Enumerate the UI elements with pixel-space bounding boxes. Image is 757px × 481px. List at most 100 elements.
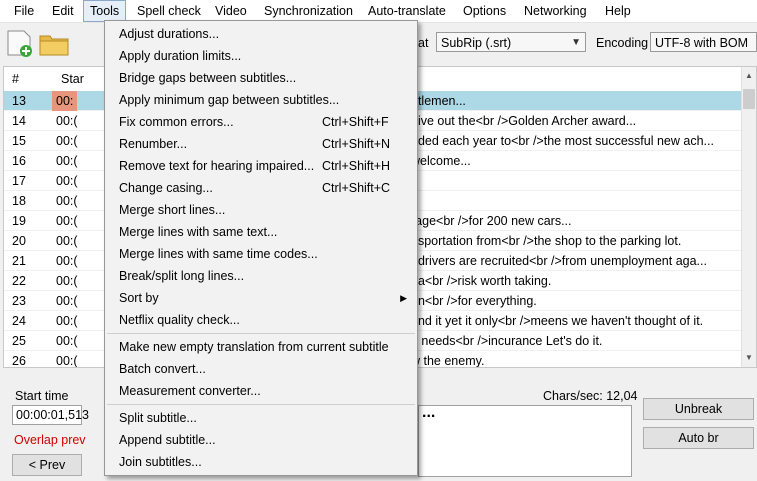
menu-item-adjust-durations[interactable]: Adjust durations...	[105, 23, 417, 45]
menu-auto-translate[interactable]: Auto-translate	[362, 0, 452, 22]
row-text: give out the<br />Golden Archer award...	[411, 114, 637, 128]
scroll-up-icon[interactable]: ▲	[745, 71, 753, 80]
row-number: 24	[12, 314, 26, 328]
row-start-time: 00:(	[56, 134, 78, 148]
menu-item-break-split-long-lines[interactable]: Break/split long lines...	[105, 265, 417, 287]
menu-item-apply-duration-limits[interactable]: Apply duration limits...	[105, 45, 417, 67]
open-folder-icon[interactable]	[38, 27, 70, 59]
row-text: ntlemen...	[411, 94, 466, 108]
chevron-down-icon: ▼	[571, 37, 581, 48]
menu-item-label: Renumber...	[119, 137, 188, 151]
menu-spell-check[interactable]: Spell check	[131, 0, 207, 22]
overlap-warning: Overlap prev	[14, 433, 86, 447]
menu-help[interactable]: Help	[599, 0, 637, 22]
chars-per-sec: Chars/sec: 12,04	[543, 389, 638, 403]
row-text: t a<br />risk worth taking.	[411, 274, 552, 288]
menu-item-change-casing[interactable]: Change casing... Ctrl+Shift+C	[105, 177, 417, 199]
row-start-time: 00:(	[56, 174, 78, 188]
menu-item-merge-same-text[interactable]: Merge lines with same text...	[105, 221, 417, 243]
unbreak-button[interactable]: Unbreak	[643, 398, 754, 420]
menu-item-shortcut: Ctrl+Shift+F	[322, 115, 389, 129]
menu-item-label: Apply duration limits...	[119, 49, 242, 63]
row-text: w the enemy.	[411, 354, 485, 368]
format-value: SubRip (.srt)	[441, 36, 512, 50]
menu-item-label: Netflix quality check...	[119, 313, 240, 327]
menu-item-label: Batch convert...	[119, 362, 206, 376]
prev-button[interactable]: < Prev	[12, 454, 82, 476]
menu-item-label: Make new empty translation from current …	[119, 340, 389, 354]
menu-tools[interactable]: Tools	[83, 0, 127, 22]
scroll-thumb[interactable]	[743, 89, 755, 109]
menu-item-netflix-quality-check[interactable]: Netflix quality check...	[105, 309, 417, 331]
menu-item-label: Fix common errors...	[119, 115, 234, 129]
encoding-label: Encoding	[596, 36, 649, 50]
row-start-time: 00:(	[56, 274, 78, 288]
menu-item-join-subtitles[interactable]: Join subtitles...	[105, 451, 417, 473]
menu-item-label: Merge lines with same text...	[119, 225, 278, 239]
menu-item-split-subtitle[interactable]: Split subtitle...	[105, 407, 417, 429]
menu-item-label: Measurement converter...	[119, 384, 261, 398]
row-number: 22	[12, 274, 26, 288]
menu-item-apply-minimum-gap[interactable]: Apply minimum gap between subtitles...	[105, 89, 417, 111]
row-text: e needs<br />incurance Let's do it.	[411, 334, 603, 348]
row-text: nsportation from<br />the shop to the pa…	[411, 234, 682, 248]
tools-dropdown-menu: Adjust durations... Apply duration limits…	[104, 20, 418, 476]
subtitle-text-editor[interactable]: ...	[418, 405, 632, 477]
scroll-down-icon[interactable]: ▼	[745, 353, 753, 362]
menu-item-label: Apply minimum gap between subtitles...	[119, 93, 340, 107]
menu-separator	[107, 404, 415, 405]
row-number: 26	[12, 354, 26, 368]
menu-separator	[107, 333, 415, 334]
row-number: 21	[12, 254, 26, 268]
row-number: 19	[12, 214, 26, 228]
row-text: welcome...	[411, 154, 471, 168]
menu-item-shortcut: Ctrl+Shift+H	[322, 159, 391, 173]
column-header-start[interactable]: Star	[61, 72, 84, 86]
menu-item-shortcut: Ctrl+Shift+N	[322, 137, 391, 151]
menu-item-bridge-gaps[interactable]: Bridge gaps between subtitles...	[105, 67, 417, 89]
format-select[interactable]: SubRip (.srt) ▼	[436, 32, 586, 52]
menu-item-label: Split subtitle...	[119, 411, 197, 425]
column-header-number[interactable]: #	[12, 72, 19, 86]
row-number: 17	[12, 174, 26, 188]
encoding-value: UTF-8 with BOM	[655, 36, 749, 50]
row-number: 18	[12, 194, 26, 208]
menu-item-measurement-converter[interactable]: Measurement converter...	[105, 380, 417, 402]
menu-video[interactable]: Video	[209, 0, 253, 22]
menu-item-renumber[interactable]: Renumber... Ctrl+Shift+N	[105, 133, 417, 155]
row-number: 16	[12, 154, 26, 168]
menu-synchronization[interactable]: Synchronization	[258, 0, 359, 22]
menu-item-make-empty-translation[interactable]: Make new empty translation from current …	[105, 336, 417, 358]
vertical-scrollbar[interactable]: ▲ ▼	[741, 67, 756, 367]
auto-br-button[interactable]: Auto br	[643, 427, 754, 449]
menu-item-remove-text-hi[interactable]: Remove text for hearing impaired... Ctrl+…	[105, 155, 417, 177]
row-text: nded each year to<br />the most successf…	[411, 134, 714, 148]
menu-item-merge-same-time-codes[interactable]: Merge lines with same time codes...	[105, 243, 417, 265]
menu-item-label: Sort by	[119, 291, 159, 305]
row-text: , drivers are recruited<br />from unempl…	[411, 254, 707, 268]
menu-file[interactable]: File	[8, 0, 40, 22]
menu-item-append-subtitle[interactable]: Append subtitle...	[105, 429, 417, 451]
menu-item-sort-by[interactable]: Sort by ▶	[105, 287, 417, 309]
menu-item-merge-short-lines[interactable]: Merge short lines...	[105, 199, 417, 221]
menu-item-label: Remove text for hearing impaired...	[119, 159, 315, 173]
row-number: 23	[12, 294, 26, 308]
menu-item-batch-convert[interactable]: Batch convert...	[105, 358, 417, 380]
row-start-time: 00:(	[56, 354, 78, 368]
row-start-time: 00:(	[56, 114, 78, 128]
row-number: 13	[12, 94, 26, 108]
menu-options[interactable]: Options	[457, 0, 512, 22]
menu-networking[interactable]: Networking	[518, 0, 593, 22]
row-start-time: 00:(	[56, 234, 78, 248]
row-text: und it yet it only<br />meens we haven't…	[411, 314, 704, 328]
row-number: 15	[12, 134, 26, 148]
menu-edit[interactable]: Edit	[46, 0, 80, 22]
row-start-time: 00:(	[56, 214, 78, 228]
start-time-input[interactable]: 00:00:01,513	[12, 405, 89, 425]
new-file-icon[interactable]	[4, 27, 36, 59]
menu-item-fix-common-errors[interactable]: Fix common errors... Ctrl+Shift+F	[105, 111, 417, 133]
row-start-time: 00:(	[56, 314, 78, 328]
row-number: 20	[12, 234, 26, 248]
menu-item-label: Bridge gaps between subtitles...	[119, 71, 297, 85]
encoding-select[interactable]: UTF-8 with BOM	[650, 32, 757, 52]
